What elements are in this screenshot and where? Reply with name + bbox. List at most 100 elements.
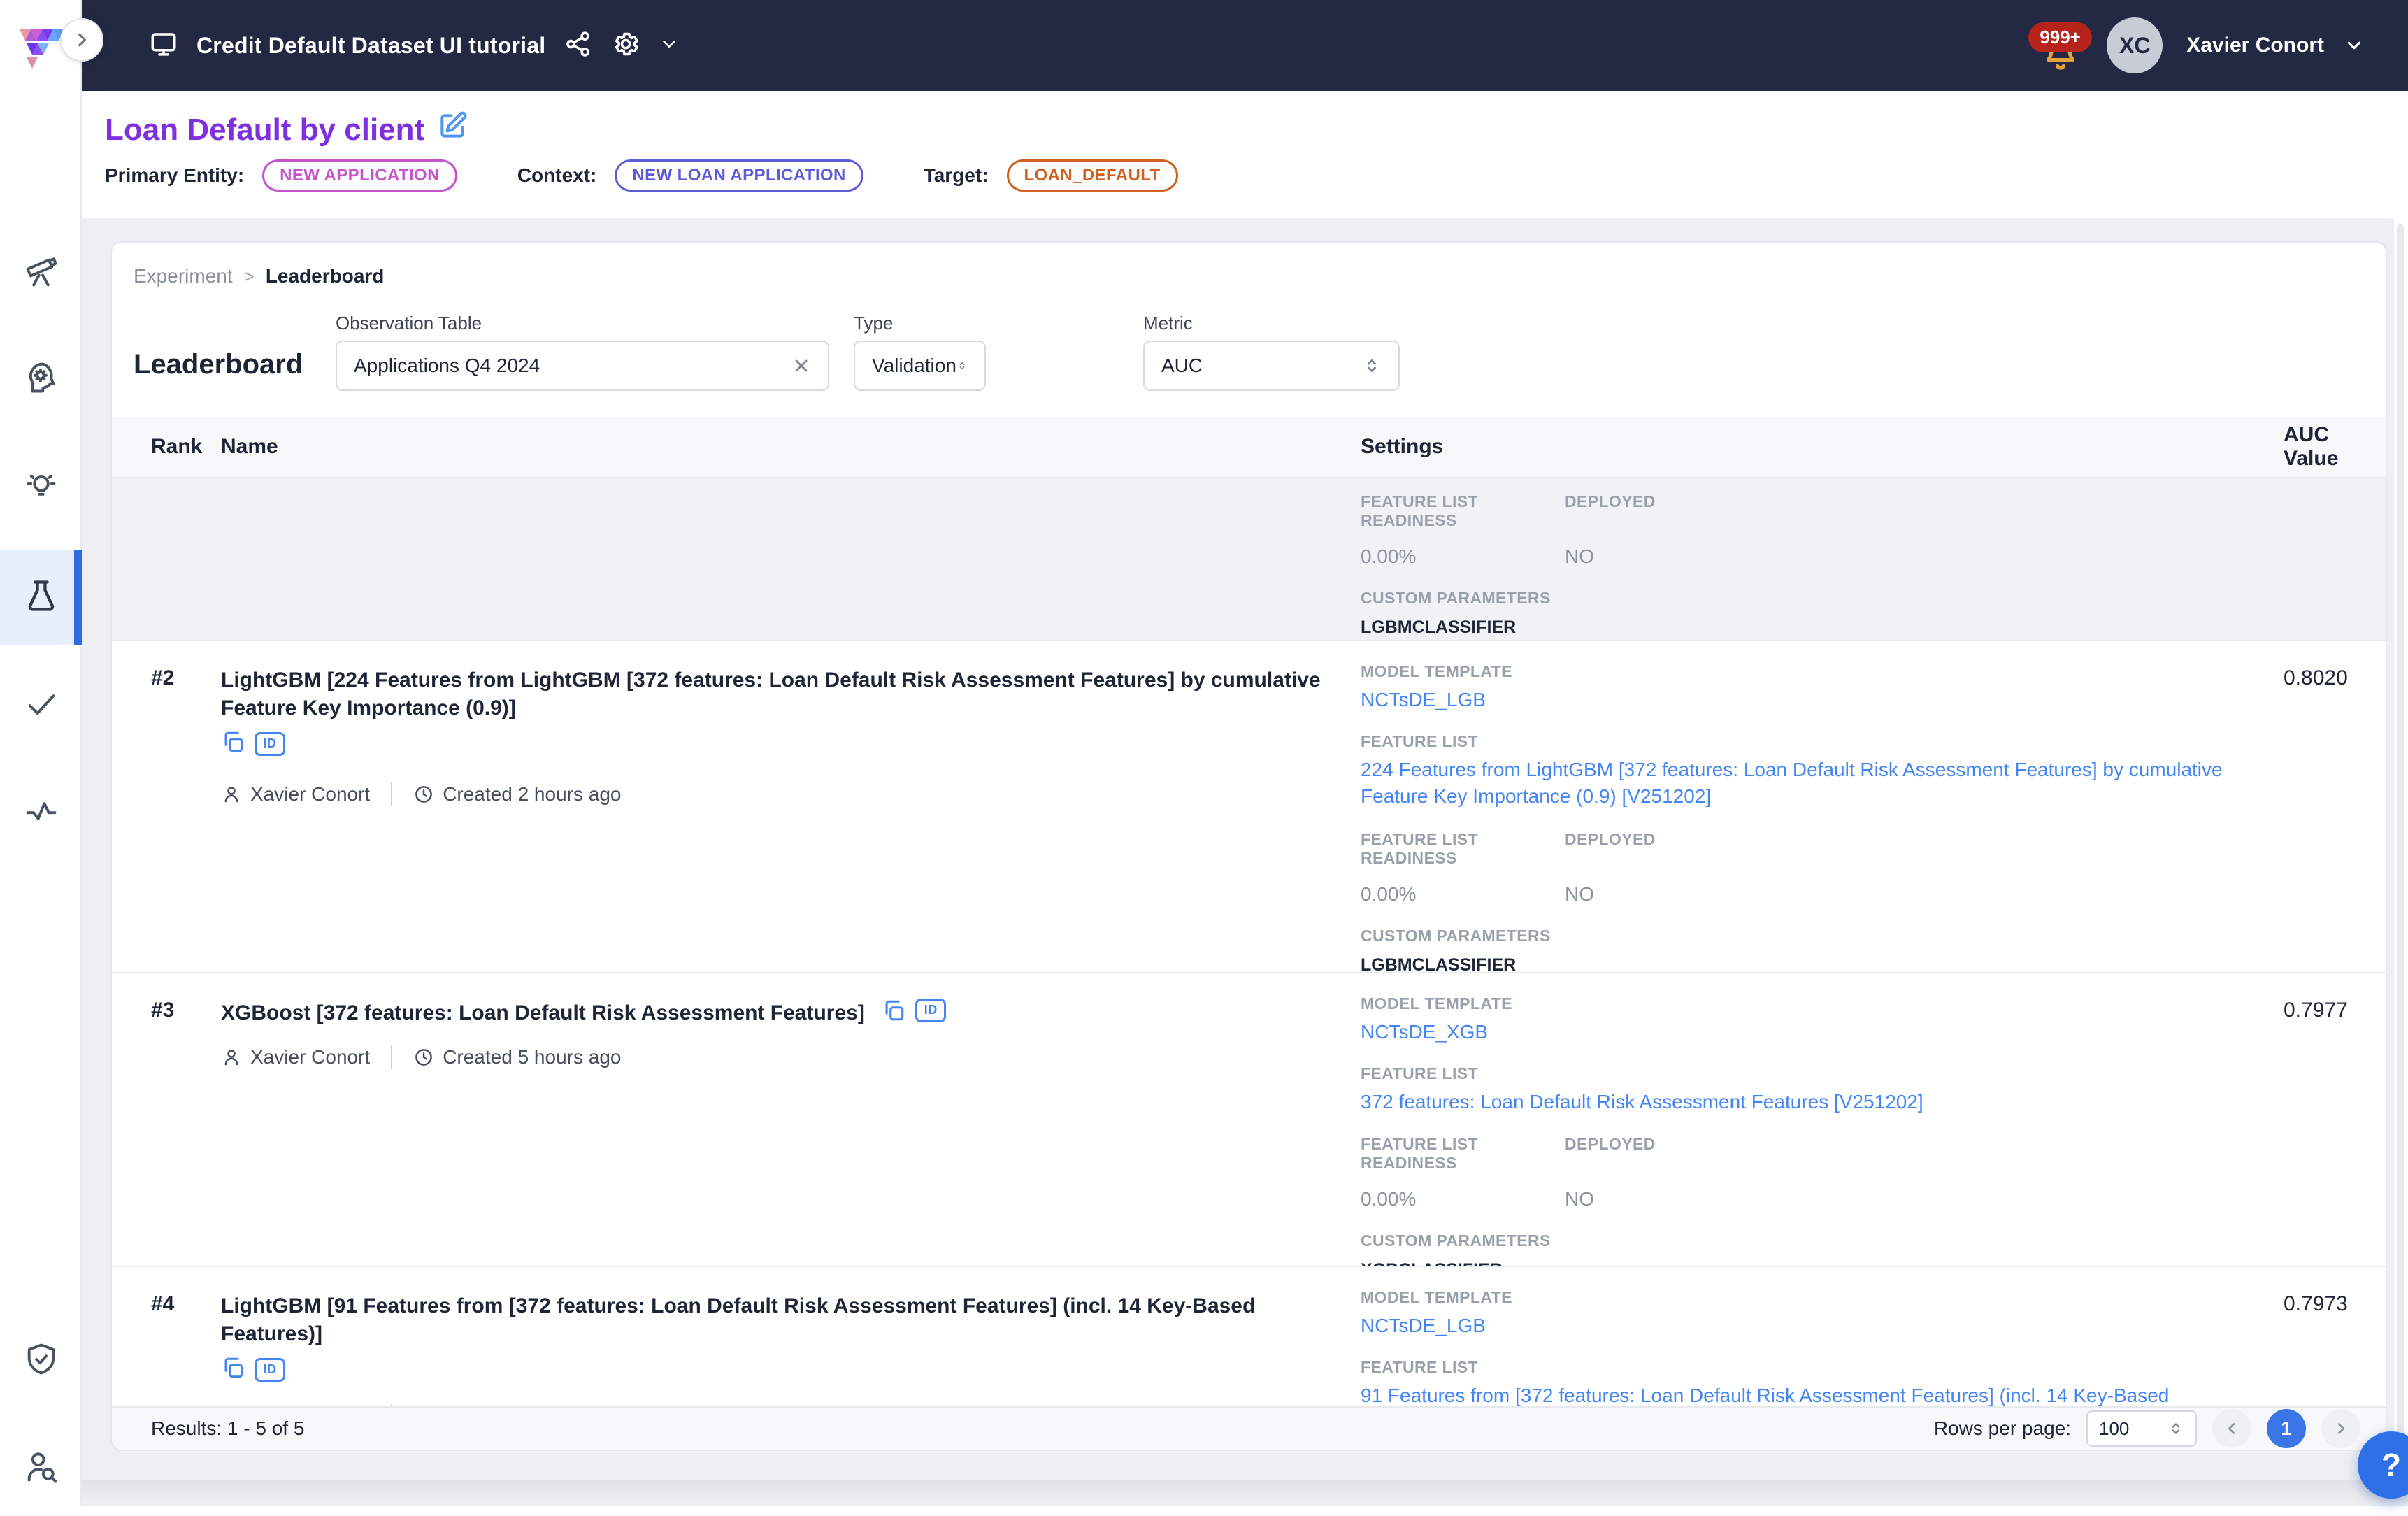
flask-icon	[23, 578, 59, 617]
divider	[391, 1045, 392, 1069]
clock-icon	[413, 784, 434, 805]
copy-name-icon[interactable]	[221, 730, 245, 757]
primary-entity-label: Primary Entity:	[105, 164, 244, 187]
feature-list-link[interactable]: 372 features: Loan Default Risk Assessme…	[1361, 1091, 1923, 1113]
breadcrumb-separator: >	[244, 266, 255, 287]
sidebar-item-monitoring[interactable]	[0, 765, 82, 860]
feature-list-label: FEATURE LIST	[1361, 732, 2256, 751]
chevron-right-icon	[73, 31, 91, 49]
column-header-settings: Settings	[1361, 435, 2284, 459]
copy-name-icon[interactable]	[882, 999, 905, 1030]
lightbulb-icon	[23, 469, 59, 508]
breadcrumb-leaderboard: Leaderboard	[266, 265, 385, 287]
readiness-value: 0.00%	[1361, 883, 1565, 906]
sidebar-item-governance[interactable]	[0, 1313, 82, 1408]
select-chevrons-icon	[1362, 356, 1382, 376]
check-icon	[23, 685, 59, 725]
feature-list-readiness-label: FEATURE LIST READINESS	[1361, 492, 1565, 530]
metric-label: Metric	[1143, 313, 1193, 334]
edit-title-icon[interactable]	[437, 110, 468, 149]
telescope-icon	[23, 253, 59, 293]
copy-id-icon[interactable]: ID	[255, 732, 285, 756]
table-row[interactable]: FEATURE LIST READINESS DEPLOYED 0.00% NO…	[112, 478, 2386, 641]
app-bar: Credit Default Dataset UI tutorial 999+ …	[82, 0, 2408, 91]
observation-table-input[interactable]: Applications Q4 2024	[336, 341, 829, 391]
person-icon	[221, 1047, 242, 1068]
activity-icon	[23, 793, 59, 833]
rows-per-page-value: 100	[2099, 1418, 2167, 1440]
custom-parameters-label: CUSTOM PARAMETERS	[1361, 927, 2256, 945]
catalog-chevron-down-icon[interactable]	[659, 34, 680, 58]
clock-icon	[413, 1047, 434, 1068]
deployed-label: DEPLOYED	[1565, 492, 2256, 530]
table-footer: Results: 1 - 5 of 5 Rows per page: 100 1	[112, 1406, 2386, 1450]
sidebar	[0, 0, 82, 1506]
classifier-name: LGBMCLASSIFIER	[1361, 617, 2256, 638]
feature-list-readiness-label: FEATURE LIST READINESS	[1361, 830, 1565, 868]
model-template-label: MODEL TEMPLATE	[1361, 1288, 2256, 1307]
auc-value: 0.7973	[2284, 1267, 2372, 1409]
rank-value: #2	[151, 641, 221, 973]
bottom-shadow	[82, 1480, 2408, 1506]
target-badge: LOAN_DEFAULT	[1007, 159, 1178, 192]
rank-value: #3	[151, 973, 221, 1267]
clear-icon[interactable]	[791, 356, 811, 376]
table-row[interactable]: #2 LightGBM [224 Features from LightGBM …	[112, 641, 2386, 973]
table-row[interactable]: #4 LightGBM [91 Features from [372 featu…	[112, 1267, 2386, 1409]
column-header-auc-value: AUC Value	[2284, 423, 2372, 471]
sidebar-item-insights[interactable]	[0, 441, 82, 536]
auc-value: 0.8020	[2284, 641, 2372, 973]
sidebar-item-approvals[interactable]	[0, 657, 82, 752]
custom-parameters-label: CUSTOM PARAMETERS	[1361, 589, 2256, 608]
sidebar-item-experiment[interactable]	[0, 550, 82, 645]
deployed-value: NO	[1565, 1188, 2256, 1210]
context-badge: NEW LOAN APPLICATION	[615, 159, 863, 192]
readiness-value: 0.00%	[1361, 1188, 1565, 1210]
next-page-button[interactable]	[2321, 1409, 2360, 1448]
metric-select[interactable]: AUC	[1143, 341, 1400, 391]
custom-parameters-label: CUSTOM PARAMETERS	[1361, 1231, 2256, 1250]
sidebar-expand-button[interactable]	[60, 18, 103, 62]
readiness-value: 0.00%	[1361, 545, 1565, 568]
breadcrumb-experiment[interactable]: Experiment	[134, 265, 233, 287]
column-header-name: Name	[221, 435, 1361, 459]
shield-check-icon	[23, 1341, 59, 1381]
copy-name-icon[interactable]	[221, 1356, 245, 1383]
sidebar-item-user-search[interactable]	[0, 1421, 82, 1516]
feature-list-readiness-label: FEATURE LIST READINESS	[1361, 1135, 1565, 1173]
feature-list-link[interactable]: 91 Features from [372 features: Loan Def…	[1361, 1385, 2169, 1409]
select-chevrons-icon	[2167, 1420, 2184, 1437]
sidebar-item-explore[interactable]	[0, 225, 82, 320]
current-page-button[interactable]: 1	[2267, 1409, 2306, 1448]
primary-entity-badge: NEW APPLICATION	[262, 159, 457, 192]
copy-id-icon[interactable]: ID	[255, 1358, 285, 1382]
catalog-title[interactable]: Credit Default Dataset UI tutorial	[196, 33, 545, 59]
copy-id-icon[interactable]: ID	[915, 999, 946, 1022]
settings-gear-icon[interactable]	[611, 29, 640, 62]
deployed-value: NO	[1565, 545, 2256, 568]
feature-list-link[interactable]: 224 Features from LightGBM [372 features…	[1361, 759, 2223, 808]
avatar[interactable]: XC	[2107, 17, 2163, 73]
observation-table-value: Applications Q4 2024	[354, 355, 791, 377]
previous-page-button[interactable]	[2212, 1409, 2251, 1448]
model-template-link[interactable]: NCTsDE_LGB	[1361, 1313, 2256, 1340]
notifications-button[interactable]: 999+	[2038, 14, 2087, 77]
notification-count-badge: 999+	[2028, 22, 2092, 52]
user-name[interactable]: Xavier Conort	[2186, 34, 2324, 57]
user-search-icon	[23, 1449, 59, 1489]
rows-per-page-stepper[interactable]: 100	[2086, 1410, 2197, 1447]
user-menu-chevron-down-icon[interactable]	[2344, 35, 2365, 56]
model-template-link[interactable]: NCTsDE_XGB	[1361, 1019, 2256, 1046]
model-template-label: MODEL TEMPLATE	[1361, 994, 2256, 1013]
type-select[interactable]: Validation	[854, 341, 986, 391]
model-template-link[interactable]: NCTsDE_LGB	[1361, 687, 2256, 714]
feature-list-label: FEATURE LIST	[1361, 1064, 2256, 1083]
breadcrumb: Experiment > Leaderboard	[134, 265, 384, 287]
scrollbar[interactable]	[2397, 224, 2404, 1468]
page-title: Loan Default by client	[105, 113, 424, 148]
share-icon[interactable]	[564, 29, 593, 62]
sidebar-item-modeling[interactable]	[0, 331, 82, 427]
created-ago: Created 2 hours ago	[443, 783, 621, 806]
table-row[interactable]: #3 XGBoost [372 features: Loan Default R…	[112, 973, 2386, 1267]
rank-value: #4	[151, 1267, 221, 1409]
